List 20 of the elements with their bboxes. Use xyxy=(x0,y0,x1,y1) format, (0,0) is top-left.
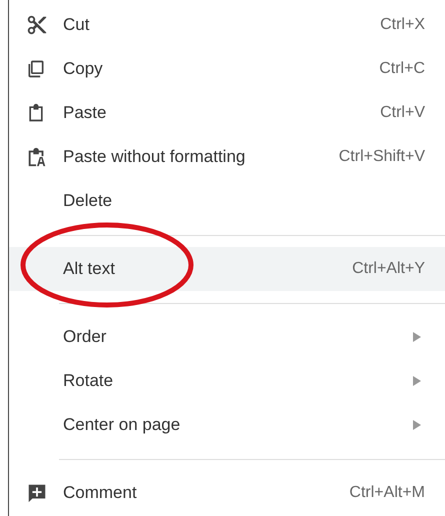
shortcut-text: Ctrl+Shift+V xyxy=(338,148,425,166)
menu-item[interactable]: Cut Ctrl+X xyxy=(9,3,445,47)
menu-item[interactable]: Copy Ctrl+C xyxy=(9,47,445,91)
menu-item[interactable]: Center on page xyxy=(9,403,445,447)
menu-item[interactable]: Paste without formatting Ctrl+Shift+V xyxy=(9,135,445,179)
clipboard-letter-icon xyxy=(26,146,48,168)
menu-item[interactable]: Paste Ctrl+V xyxy=(9,91,445,135)
shortcut-text: Ctrl+Alt+M xyxy=(349,484,425,502)
menu-item[interactable]: Alt text Ctrl+Alt+Y xyxy=(9,247,445,291)
copy-icon xyxy=(26,59,46,79)
shortcut-text: Ctrl+Alt+Y xyxy=(352,260,425,278)
menu-item[interactable]: Delete xyxy=(9,179,445,223)
shortcut-text: Ctrl+V xyxy=(380,104,425,122)
shortcut-text: Ctrl+C xyxy=(379,60,425,78)
menu-item[interactable]: Order xyxy=(9,315,445,359)
shortcut-text: Ctrl+X xyxy=(380,16,425,34)
scissors-icon xyxy=(26,14,48,36)
add-comment-icon xyxy=(26,482,48,504)
menu-item[interactable]: Comment Ctrl+Alt+M xyxy=(9,471,445,515)
menu-item[interactable]: Rotate xyxy=(9,359,445,403)
